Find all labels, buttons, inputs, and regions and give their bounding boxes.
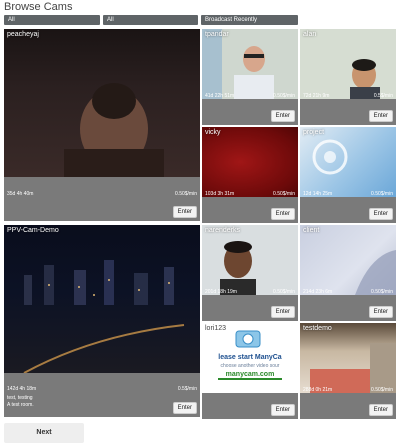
cam-tile[interactable]: client 214d 23h 6m 0.50$/min Enter <box>300 225 396 321</box>
filter-bar: All All Broadcast Recently <box>4 15 298 25</box>
cam-tile[interactable]: project 12d 14h 25m 0.50$/min Enter <box>300 127 396 223</box>
enter-button[interactable]: Enter <box>368 306 393 318</box>
cam-name: narenderks <box>205 227 241 234</box>
enter-button[interactable]: Enter <box>270 208 295 220</box>
cam-video: lease start ManyCa choose another video … <box>202 323 298 393</box>
enter-button[interactable]: Enter <box>270 110 295 122</box>
cam-video <box>300 29 396 99</box>
cam-name: tpandar <box>205 31 229 38</box>
manycam-brand: manycam.com <box>218 371 282 380</box>
cam-duration: 103d 3h 31m <box>205 191 235 197</box>
cam-tile[interactable]: testdemo 288d 0h 21m 0.50$/min Enter <box>300 323 396 419</box>
cam-video <box>202 127 298 197</box>
page-title: Browse Cams <box>4 1 73 13</box>
cam-video <box>4 225 200 374</box>
cam-rate: 0.5$/min <box>373 93 393 99</box>
cam-duration: 288d 0h 21m <box>303 387 333 393</box>
cam-name: PPV-Cam-Demo <box>7 227 59 234</box>
cam-tile[interactable]: peacheyaj 35d 4h 40m 0.50$/min Enter <box>4 29 200 221</box>
filter-category-select[interactable]: All <box>4 15 100 25</box>
cam-video <box>300 225 396 295</box>
cam-description-title: test, testing <box>7 395 33 401</box>
enter-button[interactable]: Enter <box>368 110 393 122</box>
cam-name: peacheyaj <box>7 31 39 38</box>
cam-tile[interactable]: vicky 103d 3h 31m 0.50$/min Enter <box>202 127 298 223</box>
cam-rate: 0.5$/min <box>177 386 197 392</box>
cam-rate: 0.50$/min <box>273 387 295 393</box>
cam-name: project <box>303 129 325 136</box>
enter-button[interactable]: Enter <box>368 208 393 220</box>
cam-rate: 0.50$/min <box>371 387 393 393</box>
browse-cams-page: Browse Cams All All Broadcast Recently p… <box>0 0 401 446</box>
cam-video <box>4 29 200 177</box>
cam-rate: 0.50$/min <box>273 191 295 197</box>
next-page-button[interactable]: Next <box>4 423 84 443</box>
cam-video <box>300 127 396 197</box>
enter-button[interactable]: Enter <box>368 404 393 416</box>
cam-description-body: A test room. <box>7 402 34 408</box>
cam-duration: 12d 14h 25m <box>303 191 333 197</box>
cam-tile[interactable]: narenderks 201d 18h 19m 0.50$/min Enter <box>202 225 298 321</box>
cam-duration: 72d 21h 9m <box>303 93 330 99</box>
cam-video <box>202 29 298 99</box>
cam-tile[interactable]: PPV-Cam-Demo 142d 4h 18m 0.5$/min test, … <box>4 225 200 417</box>
cam-tile[interactable]: tpandar 41d 22h 51m 0.50$/min Enter <box>202 29 298 125</box>
manycam-message: lease start ManyCa <box>218 354 282 361</box>
enter-button[interactable]: Enter <box>270 404 295 416</box>
cam-rate: 0.50$/min <box>371 289 393 295</box>
cam-tile[interactable]: lease start ManyCa choose another video … <box>202 323 298 419</box>
cam-video <box>202 225 298 295</box>
cam-name: lori123 <box>205 325 227 332</box>
cam-duration: 142d 4h 18m <box>7 386 37 392</box>
cam-duration: 35d 4h 40m <box>7 191 34 197</box>
cam-rate: 0.50$/min <box>371 191 393 197</box>
cam-name: client <box>303 227 320 234</box>
cam-rate: 0.50$/min <box>175 191 197 197</box>
cam-duration: 240d 19h 47m <box>205 387 237 393</box>
cam-name: vicky <box>205 129 221 136</box>
cam-rate: 0.50$/min <box>273 289 295 295</box>
cam-duration: 41d 22h 51m <box>205 93 235 99</box>
enter-button[interactable]: Enter <box>172 206 197 218</box>
cam-tile[interactable]: alan 72d 21h 9m 0.5$/min Enter <box>300 29 396 125</box>
cam-name: testdemo <box>303 325 332 332</box>
manycam-sub-message: choose another video sour <box>220 363 280 369</box>
filter-status-select[interactable]: All <box>103 15 198 25</box>
cam-rate: 0.50$/min <box>273 93 295 99</box>
cam-name: alan <box>303 31 317 38</box>
enter-button[interactable]: Enter <box>172 402 197 414</box>
filter-sort-select[interactable]: Broadcast Recently <box>201 15 298 25</box>
cam-duration: 214d 23h 6m <box>303 289 333 295</box>
enter-button[interactable]: Enter <box>270 306 295 318</box>
cam-video <box>300 323 396 393</box>
cam-duration: 201d 18h 19m <box>205 289 237 295</box>
